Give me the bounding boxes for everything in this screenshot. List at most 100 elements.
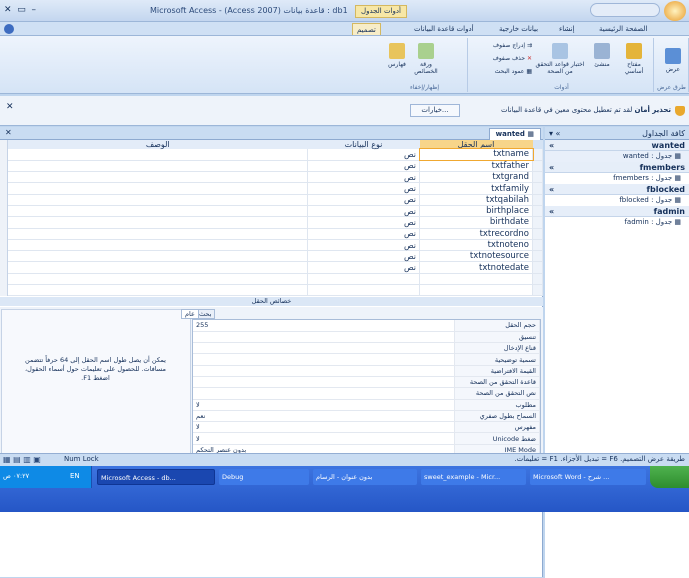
field-name-cell[interactable]: txtrecordno — [419, 228, 533, 240]
field-name-cell[interactable]: txtnotesource — [419, 250, 533, 263]
field-row[interactable]: birthplace نص — [8, 205, 543, 218]
field-name-cell[interactable]: birthplace — [419, 205, 533, 218]
field-name-cell[interactable]: txtnoteno — [419, 239, 533, 252]
view-button[interactable]: عرض — [663, 48, 683, 73]
language-indicator[interactable]: EN — [70, 472, 80, 480]
description-cell[interactable] — [8, 194, 308, 206]
test-rules-button[interactable]: اختبار قواعد التحقق من الصحة — [534, 43, 586, 75]
row-selector[interactable] — [532, 261, 543, 274]
property-row[interactable]: ضغط Unicode لا — [193, 432, 540, 445]
nav-group-header[interactable]: « fadmin — [545, 206, 689, 217]
field-row[interactable]: txtnotesource نص — [8, 250, 543, 263]
field-name-cell[interactable] — [419, 284, 533, 296]
maximize-icon[interactable]: ▭ — [17, 5, 26, 15]
row-selector[interactable] — [532, 273, 543, 286]
insert-rows-button[interactable]: إدراج صفوف ⇉ — [472, 42, 532, 49]
row-selector[interactable] — [532, 182, 543, 195]
tab-design[interactable]: تصميم — [352, 23, 381, 35]
description-cell[interactable] — [8, 182, 308, 195]
property-row[interactable]: نص التحقق من الصحة — [193, 387, 540, 400]
row-selector[interactable] — [532, 250, 543, 263]
description-cell[interactable] — [8, 171, 308, 184]
field-row[interactable]: txtgrand نص — [8, 171, 543, 184]
taskbar-word[interactable]: Microsoft Word - شرح ... — [530, 469, 646, 485]
field-name-cell[interactable]: txtfamily — [419, 182, 533, 195]
data-type-cell[interactable]: نص — [307, 171, 420, 184]
data-type-cell[interactable]: نص — [307, 216, 420, 229]
data-type-cell[interactable] — [307, 273, 420, 286]
property-value[interactable] — [193, 376, 455, 389]
field-row[interactable]: txtfamily نص — [8, 182, 543, 195]
data-type-cell[interactable]: نص — [307, 149, 420, 161]
property-row[interactable]: مفهرس لا — [193, 421, 540, 434]
description-cell[interactable] — [8, 284, 308, 296]
nav-item-table[interactable]: wanted : جدول ▦ — [545, 151, 689, 162]
field-row[interactable]: txtname نص — [8, 147, 543, 162]
row-selector[interactable] — [532, 228, 543, 240]
office-button-icon[interactable] — [664, 1, 686, 21]
nav-group-header[interactable]: « wanted — [545, 140, 689, 151]
start-button[interactable] — [650, 466, 689, 488]
quick-access-toolbar[interactable] — [590, 3, 660, 17]
taskbar-sweet-example[interactable]: sweet_example - Micr... — [421, 469, 526, 485]
nav-group-fmembers[interactable]: «fmembers fmembers : جدول ▦ — [545, 162, 689, 184]
field-row[interactable]: txtnoteno نص — [8, 239, 543, 252]
data-type-cell[interactable]: نص — [307, 250, 420, 263]
row-selector[interactable] — [532, 149, 543, 161]
field-name-cell[interactable] — [419, 273, 533, 286]
property-row[interactable]: تسمية توضيحية — [193, 353, 540, 366]
collapse-icon[interactable]: « — [549, 206, 554, 217]
field-name-cell[interactable]: birthdate — [419, 216, 533, 229]
description-cell[interactable] — [8, 228, 308, 240]
row-selector[interactable] — [532, 205, 543, 218]
nav-group-fblocked[interactable]: «fblocked fblocked : جدول ▦ — [545, 184, 689, 206]
description-cell[interactable] — [8, 261, 308, 274]
property-row[interactable]: السماح بطول صفري نعم — [193, 410, 540, 423]
row-selector[interactable] — [532, 216, 543, 229]
description-cell[interactable] — [8, 216, 308, 229]
indexes-button[interactable]: فهارس — [384, 43, 410, 68]
document-tab-wanted[interactable]: wanted ▦ — [488, 128, 541, 140]
property-value[interactable]: 255 — [193, 320, 455, 332]
property-value[interactable] — [193, 387, 455, 400]
property-row[interactable]: تنسيق — [193, 331, 540, 344]
collapse-icon[interactable]: « — [549, 184, 554, 195]
close-icon[interactable]: ✕ — [4, 5, 12, 15]
field-row[interactable]: txtfather نص — [8, 160, 543, 173]
description-cell[interactable] — [8, 160, 308, 173]
property-value[interactable] — [193, 365, 455, 377]
nav-group-header[interactable]: « fblocked — [545, 184, 689, 195]
row-selector[interactable] — [532, 239, 543, 252]
grid-vertical-scrollbar[interactable] — [0, 140, 8, 296]
row-selector[interactable] — [532, 284, 543, 296]
data-type-cell[interactable]: نص — [307, 261, 420, 274]
nav-group-fadmin[interactable]: «fadmin fadmin : جدول ▦ — [545, 206, 689, 228]
data-type-cell[interactable]: نص — [307, 205, 420, 218]
property-value[interactable]: لا — [193, 421, 455, 434]
nav-group-header[interactable]: « fmembers — [545, 162, 689, 173]
field-name-cell[interactable]: txtnotedate — [419, 261, 533, 274]
description-cell[interactable] — [8, 239, 308, 252]
delete-rows-button[interactable]: حذف صفوف ✕ — [472, 55, 532, 62]
property-value[interactable] — [193, 331, 455, 344]
data-type-cell[interactable]: نص — [307, 228, 420, 240]
lookup-column-button[interactable]: عمود البحث ▦ — [472, 68, 532, 75]
description-cell[interactable] — [8, 149, 308, 161]
data-type-cell[interactable] — [307, 284, 420, 296]
property-value[interactable] — [193, 342, 455, 355]
tab-external-data[interactable]: بيانات خارجية — [495, 23, 542, 35]
empty-row[interactable] — [8, 284, 543, 296]
tab-create[interactable]: إنشاء — [555, 23, 579, 35]
property-value[interactable]: نعم — [193, 410, 455, 423]
description-cell[interactable] — [8, 273, 308, 286]
taskbar-access[interactable]: Microsoft Access - db... — [97, 469, 215, 485]
property-sheet-button[interactable]: ورقة الخصائص — [412, 43, 440, 75]
property-row[interactable]: مطلوب لا — [193, 399, 540, 411]
nav-item-table[interactable]: fadmin : جدول ▦ — [545, 217, 689, 228]
options-button[interactable]: خيارات... — [410, 104, 460, 117]
field-name-cell[interactable]: txtgrand — [419, 171, 533, 184]
nav-group-wanted[interactable]: «wanted wanted : جدول ▦ — [545, 140, 689, 162]
row-selector[interactable] — [532, 194, 543, 206]
nav-item-table[interactable]: fblocked : جدول ▦ — [545, 195, 689, 206]
description-cell[interactable] — [8, 250, 308, 263]
